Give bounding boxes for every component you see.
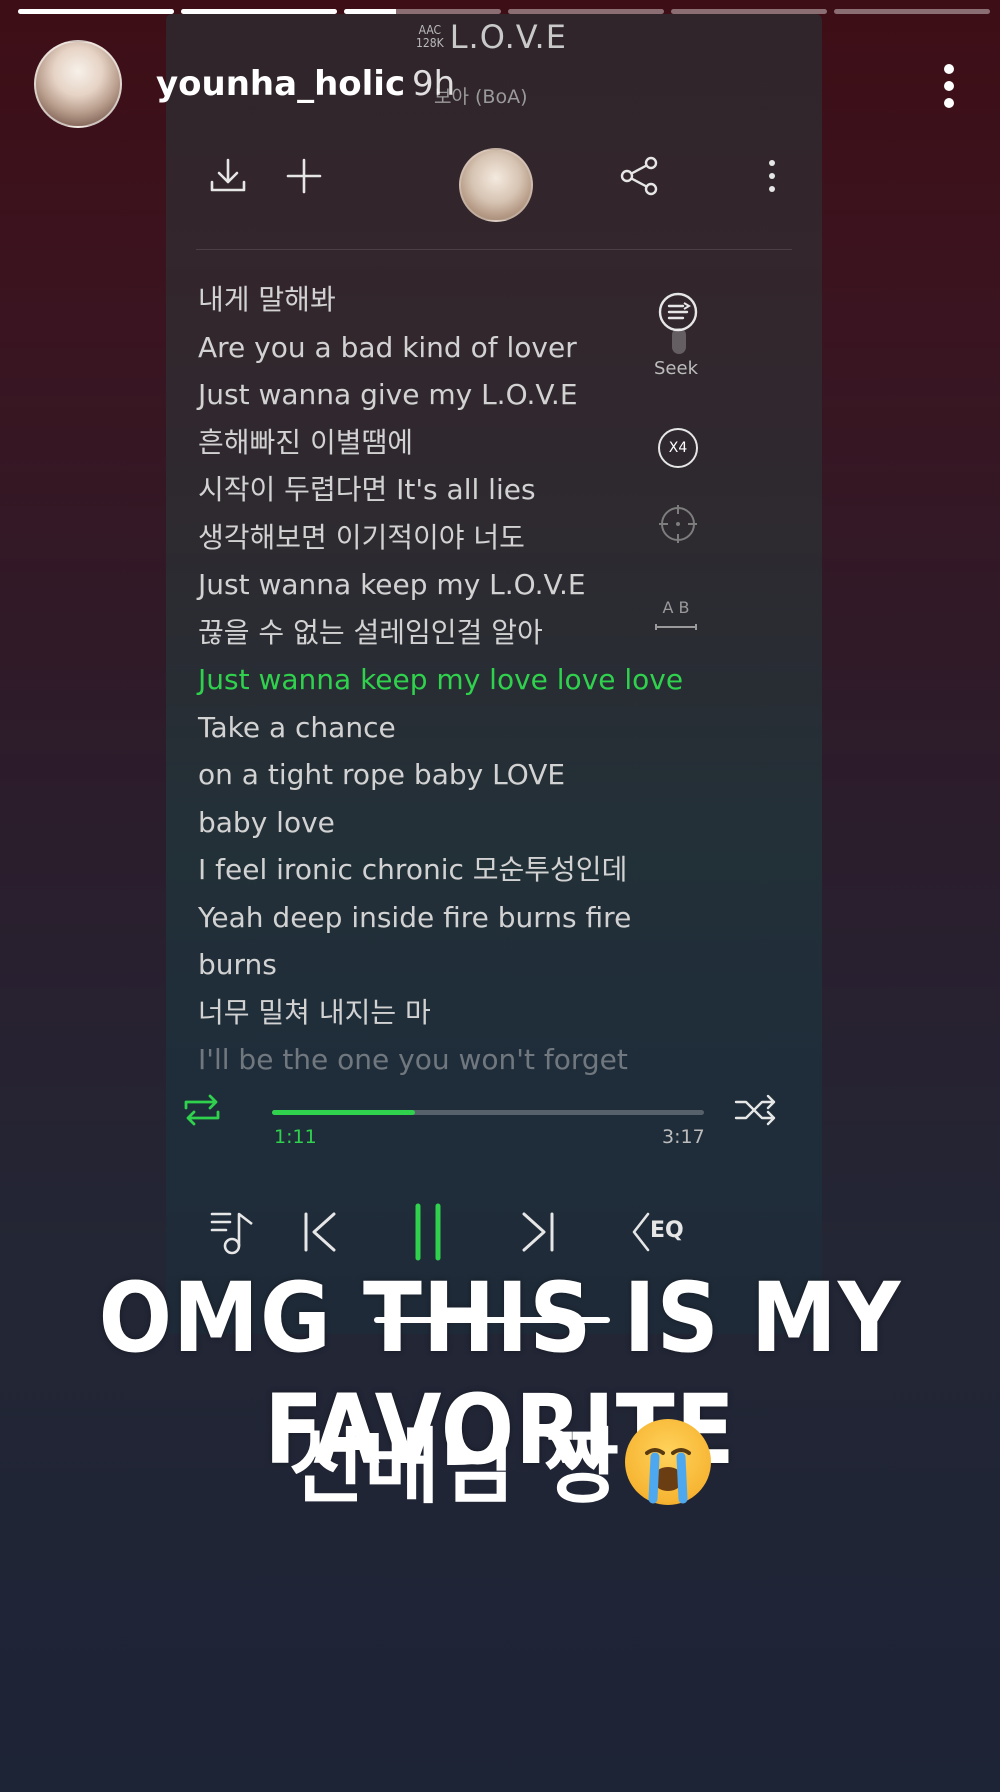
story-segment [833, 9, 991, 14]
strikethrough-line [374, 1317, 610, 1323]
divider [196, 249, 792, 250]
lyric-line[interactable]: Just wanna keep my love love love [198, 656, 718, 704]
add-icon[interactable] [282, 154, 326, 198]
lyric-line[interactable]: 너무 밀쳐 내지는 마 [198, 989, 718, 1037]
lyric-line[interactable]: burns [198, 941, 718, 989]
shuffle-icon[interactable] [732, 1092, 780, 1128]
more-options-icon[interactable] [750, 154, 794, 198]
avatar[interactable] [34, 40, 122, 128]
story-segment [18, 9, 175, 14]
lyrics-list[interactable]: 내게 말해봐 Are you a bad kind of lover Just wa… [198, 276, 718, 1084]
equalizer-button[interactable]: EQ [626, 1202, 686, 1262]
next-icon[interactable] [508, 1202, 568, 1262]
lyric-line[interactable]: 시작이 두렵다면 It's all lies [198, 466, 718, 514]
current-time: 1:11 [274, 1126, 317, 1148]
lyric-line[interactable]: I feel ironic chronic 모순투성인데 [198, 846, 718, 894]
lyric-line[interactable]: Are you a bad kind of lover [198, 324, 718, 372]
story-header: younha_holic 9h [34, 40, 970, 132]
lyric-line[interactable]: on a tight rope baby LOVE [198, 751, 718, 799]
username[interactable]: younha_holic [156, 64, 405, 104]
speed-button[interactable]: X4 [658, 428, 698, 468]
music-player-screenshot: AAC 128K L.O.V.E 보아 (BoA) 내게 말해봐 Are you … [166, 14, 822, 1334]
share-icon[interactable] [617, 154, 661, 198]
album-art[interactable] [459, 148, 533, 222]
download-icon[interactable] [206, 154, 250, 198]
lyric-line[interactable]: Just wanna keep my L.O.V.E [198, 561, 718, 609]
seek-toggle[interactable] [672, 328, 686, 354]
playlist-icon[interactable] [204, 1202, 264, 1262]
crosshair-icon[interactable] [656, 502, 700, 546]
post-time: 9h [412, 64, 456, 104]
pause-icon[interactable] [398, 1202, 458, 1262]
lyric-line[interactable]: baby love [198, 799, 718, 847]
playback-controls: EQ [166, 1192, 822, 1272]
seek-bar[interactable] [272, 1110, 704, 1115]
lyric-line[interactable]: 생각해보면 이기적이야 너도 [198, 514, 718, 562]
previous-icon[interactable] [290, 1202, 350, 1262]
lyric-line[interactable]: I'll be the one you won't forget [198, 1036, 718, 1084]
player-toolbar [166, 132, 822, 222]
loudly-crying-face-icon [625, 1419, 712, 1505]
lyric-line[interactable]: Take a chance [198, 704, 718, 752]
ab-repeat-button[interactable]: A B [654, 598, 698, 636]
seek-label: Seek [654, 358, 698, 379]
playback-progress: 1:11 3:17 [166, 1082, 822, 1162]
caption-line-2: 선배님 짱 [0, 1400, 1000, 1519]
lyric-line[interactable]: Just wanna give my L.O.V.E [198, 371, 718, 419]
ab-repeat-icon [655, 624, 697, 630]
lyric-line[interactable]: 내게 말해봐 [198, 276, 718, 324]
total-time: 3:17 [662, 1126, 705, 1148]
lyric-line[interactable]: 끊을 수 없는 설레임인걸 알아 [198, 609, 718, 657]
ab-repeat-label: A B [662, 598, 690, 617]
lyric-line[interactable]: 흔해빠진 이별땜에 [198, 419, 718, 467]
lyric-line[interactable]: Yeah deep inside fire burns fire [198, 894, 718, 942]
eq-label: EQ [650, 1218, 684, 1243]
more-options-icon[interactable] [942, 62, 956, 110]
repeat-icon[interactable] [178, 1092, 226, 1128]
caption-line-2-text: 선배님 짱 [288, 1420, 620, 1515]
